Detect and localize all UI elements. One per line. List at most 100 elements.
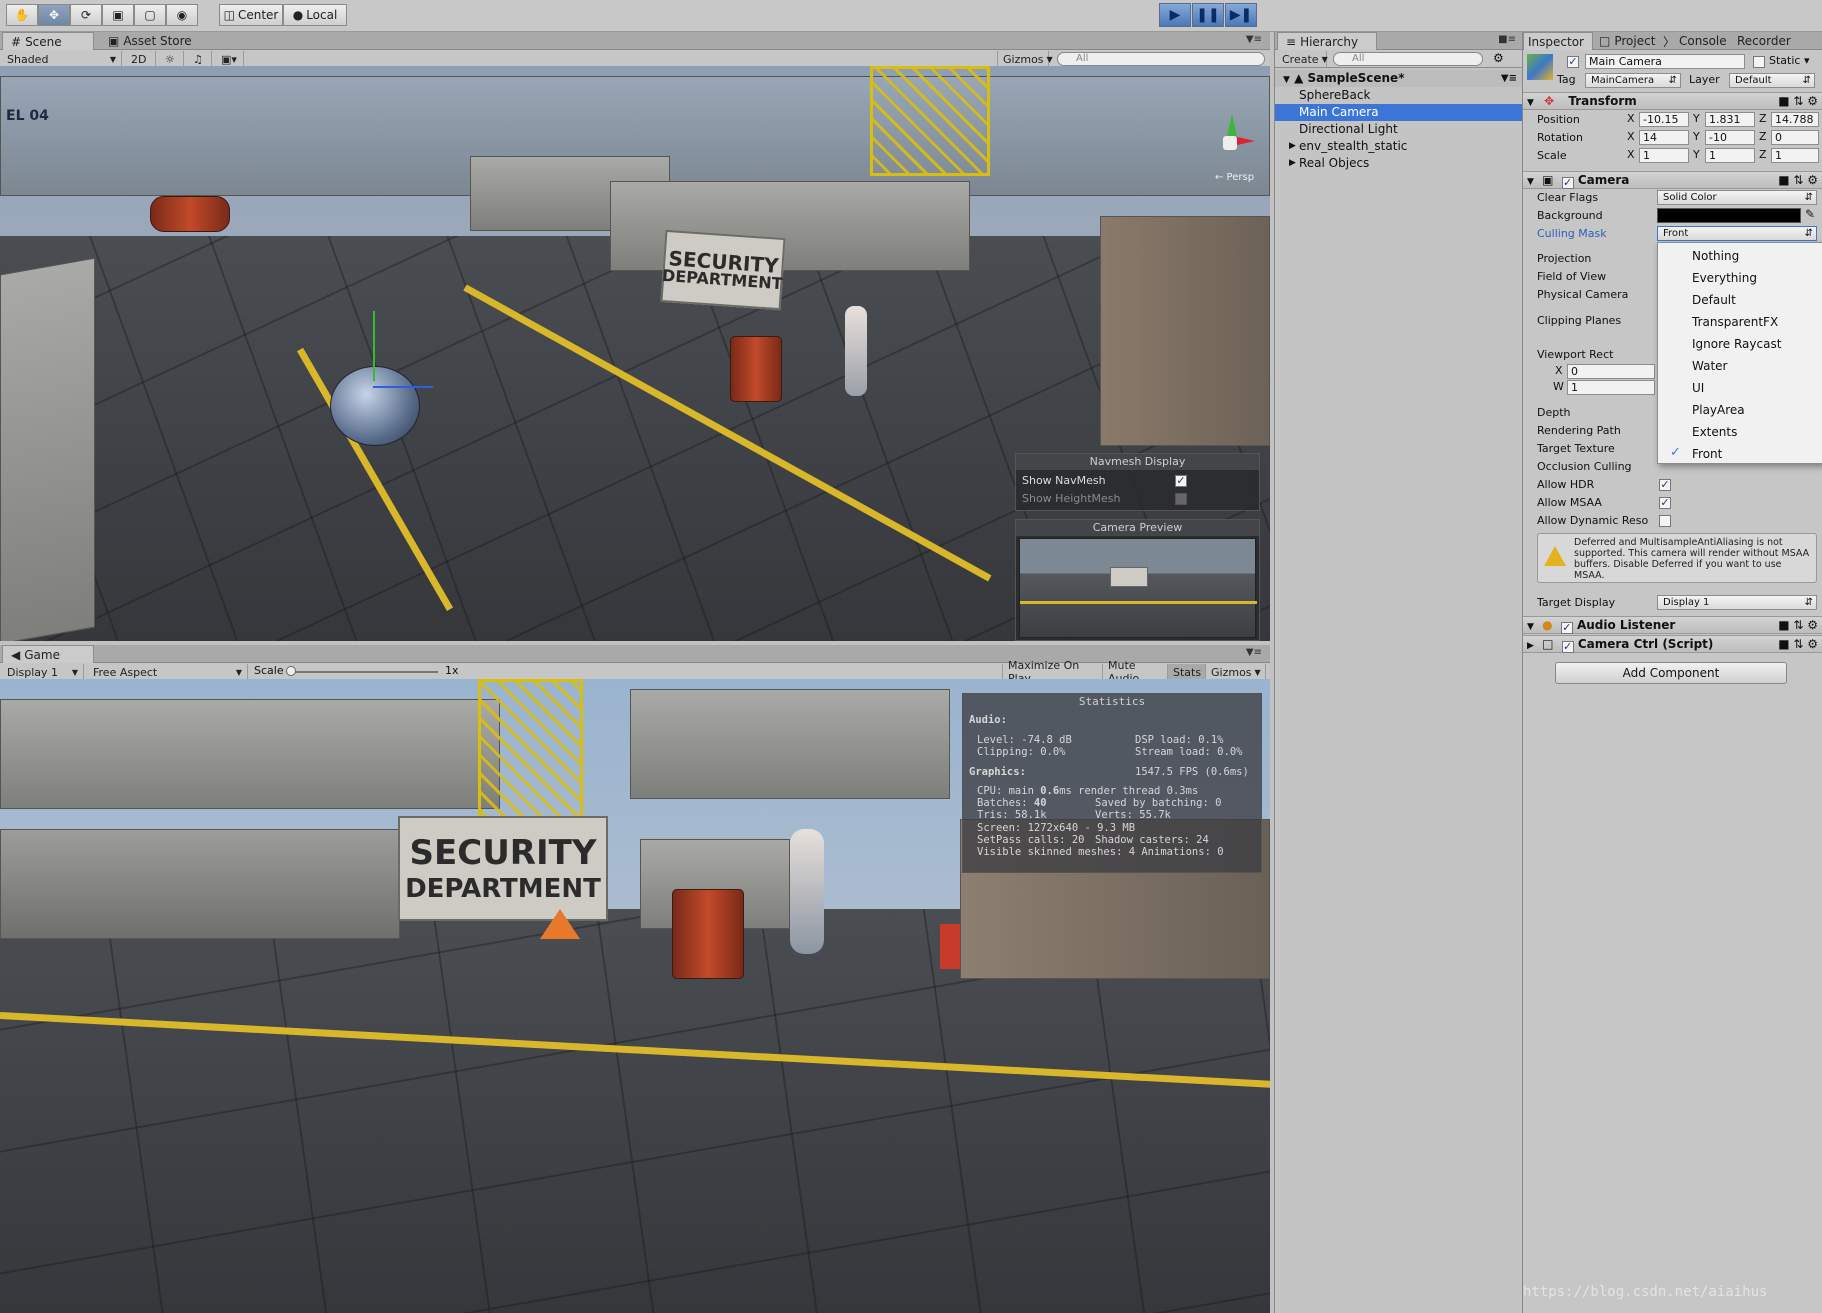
object-name-field[interactable]: Main Camera	[1585, 54, 1745, 69]
rotate-icon[interactable]: ⟳	[70, 4, 102, 26]
show-heightmesh-checkbox[interactable]	[1175, 493, 1187, 505]
tab-hierarchy[interactable]: ≡ Hierarchy	[1277, 32, 1377, 50]
scene-sphere[interactable]	[330, 366, 420, 446]
collapsed-arrow-icon[interactable]: ▶	[1289, 138, 1296, 155]
tab-inspector[interactable]: Inspector	[1523, 32, 1593, 50]
hierarchy-item-sphereback[interactable]: SphereBack	[1275, 87, 1523, 104]
allow-dynamic-resolution-checkbox[interactable]	[1659, 515, 1671, 527]
show-navmesh-checkbox[interactable]: ✓	[1175, 475, 1187, 487]
scale-x-field[interactable]: 1	[1639, 148, 1689, 163]
maximize-on-play-toggle[interactable]: Maximize On Play	[1002, 659, 1103, 685]
space-local-button[interactable]: ● Local	[283, 4, 347, 26]
transform-icon[interactable]: ◉	[166, 4, 198, 26]
menu-item-front[interactable]: Front	[1658, 443, 1822, 465]
tag-dropdown[interactable]: MainCamera ⇵	[1585, 73, 1681, 88]
menu-item-extents[interactable]: Extents	[1658, 421, 1822, 443]
collapsed-arrow-icon[interactable]: ▶	[1289, 155, 1296, 172]
component-settings-icon[interactable]: ■ ⇅ ⚙	[1778, 172, 1818, 189]
hierarchy-search-input[interactable]: All	[1333, 52, 1483, 66]
scale-slider-thumb[interactable]	[286, 666, 296, 676]
aspect-dropdown[interactable]: Free Aspect ▼	[88, 664, 248, 680]
game-panel-menu-icon[interactable]: ▼≡	[1246, 647, 1262, 658]
tab-console[interactable]: 〉 Console	[1659, 32, 1731, 50]
hierarchy-item-directional-light[interactable]: Directional Light	[1275, 121, 1523, 138]
tab-scene[interactable]: # Scene	[2, 32, 94, 50]
menu-item-ignore-raycast[interactable]: Ignore Raycast	[1658, 333, 1822, 355]
camera-header[interactable]: ▼ ▣ ✓ Camera ■ ⇅ ⚙	[1523, 171, 1822, 189]
active-checkbox[interactable]: ✓	[1567, 56, 1579, 68]
audio-listener-checkbox[interactable]: ✓	[1560, 622, 1573, 634]
tab-project[interactable]: □ Project	[1595, 32, 1659, 50]
hierarchy-menu-icon[interactable]: ■≡	[1498, 34, 1516, 45]
target-display-dropdown[interactable]: Display 1 ⇵	[1657, 595, 1817, 610]
create-dropdown[interactable]: Create ▼	[1277, 51, 1328, 67]
panel-menu-icon[interactable]: ▼≡	[1246, 34, 1262, 45]
persp-label[interactable]: ← Persp	[1215, 172, 1254, 183]
clear-flags-dropdown[interactable]: Solid Color ⇵	[1657, 190, 1817, 205]
play-button[interactable]: ▶	[1159, 3, 1191, 27]
display-dropdown[interactable]: Display 1 ▼	[2, 664, 84, 680]
pivot-center-button[interactable]: ◫ Center	[219, 4, 283, 26]
scene-viewport[interactable]: EL 04 SECURITY DEPARTMENT ← Persp Navmesh…	[0, 66, 1270, 641]
camera-ctrl-checkbox[interactable]: ✓	[1561, 641, 1574, 653]
game-viewport[interactable]: SECURITY DEPARTMENT Statistics Audio: Lev…	[0, 679, 1270, 1313]
add-component-button[interactable]: Add Component	[1555, 662, 1787, 684]
expand-arrow-icon[interactable]: ▼	[1527, 177, 1534, 187]
eyedropper-icon[interactable]: ✎	[1805, 207, 1815, 221]
hierarchy-item-env-stealth[interactable]: ▶ env_stealth_static	[1275, 138, 1523, 155]
menu-item-nothing[interactable]: Nothing	[1658, 245, 1822, 267]
move-icon[interactable]: ✥	[38, 4, 70, 26]
gizmo-z-axis[interactable]	[373, 386, 433, 388]
position-z-field[interactable]: 14.788	[1771, 112, 1819, 127]
transform-header[interactable]: ▼ ✥ Transform ■ ⇅ ⚙	[1523, 92, 1822, 110]
tab-asset-store[interactable]: ▣ Asset Store	[100, 32, 200, 50]
rotation-y-field[interactable]: -10	[1705, 130, 1755, 145]
stats-toggle[interactable]: Stats	[1168, 664, 1206, 680]
expand-arrow-icon[interactable]: ▼	[1283, 75, 1290, 85]
scene-visibility-icon[interactable]: ⚙	[1493, 51, 1504, 65]
background-color-swatch[interactable]	[1657, 208, 1801, 223]
layer-dropdown[interactable]: Default ⇵	[1729, 73, 1815, 88]
menu-item-ui[interactable]: UI	[1658, 377, 1822, 399]
expand-arrow-icon[interactable]: ▼	[1527, 98, 1534, 108]
gizmo-y-axis[interactable]	[373, 311, 375, 381]
scene-root-row[interactable]: ▼ ▲ SampleScene* ▼≡	[1275, 70, 1523, 87]
menu-item-playarea[interactable]: PlayArea	[1658, 399, 1822, 421]
mute-audio-toggle[interactable]: Mute Audio	[1103, 659, 1168, 685]
tab-recorder[interactable]: Recorder	[1733, 32, 1795, 50]
static-checkbox[interactable]	[1753, 56, 1765, 68]
camera-ctrl-header[interactable]: ▶ □ ✓ Camera Ctrl (Script) ■ ⇅ ⚙	[1523, 635, 1822, 653]
component-settings-icon[interactable]: ■ ⇅ ⚙	[1778, 617, 1818, 634]
pause-button[interactable]: ❚❚	[1192, 3, 1224, 27]
scale-y-field[interactable]: 1	[1705, 148, 1755, 163]
expand-arrow-icon[interactable]: ▼	[1527, 622, 1534, 632]
component-settings-icon[interactable]: ■ ⇅ ⚙	[1778, 636, 1818, 653]
position-x-field[interactable]: -10.15	[1639, 112, 1689, 127]
component-settings-icon[interactable]: ■ ⇅ ⚙	[1778, 93, 1818, 110]
menu-item-everything[interactable]: Everything	[1658, 267, 1822, 289]
allow-msaa-checkbox[interactable]: ✓	[1659, 497, 1671, 509]
scene-gizmos-dropdown[interactable]: Gizmos ▼	[997, 51, 1053, 67]
rect-icon[interactable]: ▢	[134, 4, 166, 26]
game-gizmos-dropdown[interactable]: Gizmos ▼	[1206, 664, 1266, 680]
viewport-x-field[interactable]: 0	[1567, 364, 1655, 379]
audio-listener-header[interactable]: ▼ ● ✓ Audio Listener ■ ⇅ ⚙	[1523, 616, 1822, 634]
scale-slider[interactable]	[288, 671, 438, 673]
menu-item-water[interactable]: Water	[1658, 355, 1822, 377]
hierarchy-item-main-camera[interactable]: Main Camera	[1275, 104, 1523, 121]
menu-item-transparentfx[interactable]: TransparentFX	[1658, 311, 1822, 333]
menu-item-default[interactable]: Default	[1658, 289, 1822, 311]
hand-icon[interactable]: ✋	[6, 4, 38, 26]
scale-icon[interactable]: ▣	[102, 4, 134, 26]
audio-toggle-icon[interactable]: ♫	[188, 51, 212, 67]
culling-mask-dropdown[interactable]: Front ⇵	[1657, 226, 1817, 241]
position-y-field[interactable]: 1.831	[1705, 112, 1755, 127]
lighting-toggle-icon[interactable]: ☼	[160, 51, 184, 67]
allow-hdr-checkbox[interactable]: ✓	[1659, 479, 1671, 491]
tab-game[interactable]: ◀ Game	[2, 645, 94, 663]
viewport-w-field[interactable]: 1	[1567, 380, 1655, 395]
rotation-z-field[interactable]: 0	[1771, 130, 1819, 145]
shading-dropdown[interactable]: Shaded ▼	[2, 51, 122, 67]
scene-orientation-gizmo[interactable]: ← Persp	[1205, 114, 1260, 183]
scale-z-field[interactable]: 1	[1771, 148, 1819, 163]
